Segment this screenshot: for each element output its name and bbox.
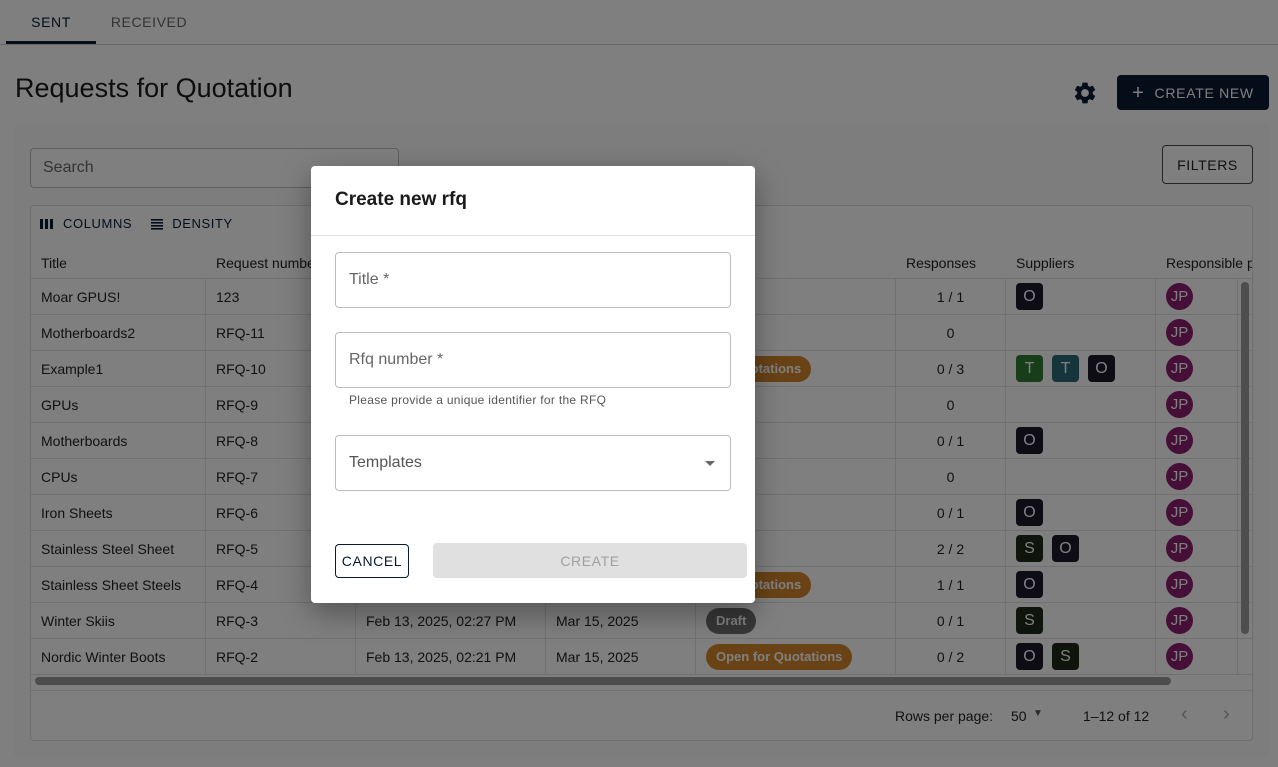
- chevron-down-icon: [705, 461, 715, 466]
- dialog-divider: [311, 235, 755, 236]
- title-input[interactable]: [335, 252, 731, 308]
- create-rfq-dialog: Create new rfq Please provide a unique i…: [311, 166, 755, 603]
- dialog-title: Create new rfq: [335, 189, 467, 210]
- cancel-button[interactable]: CANCEL: [335, 544, 409, 578]
- templates-select[interactable]: Templates: [335, 435, 731, 491]
- rfq-number-input[interactable]: [335, 332, 731, 388]
- templates-label: Templates: [349, 454, 422, 471]
- create-button[interactable]: CREATE: [433, 543, 747, 578]
- rfq-number-helper: Please provide a unique identifier for t…: [349, 393, 607, 407]
